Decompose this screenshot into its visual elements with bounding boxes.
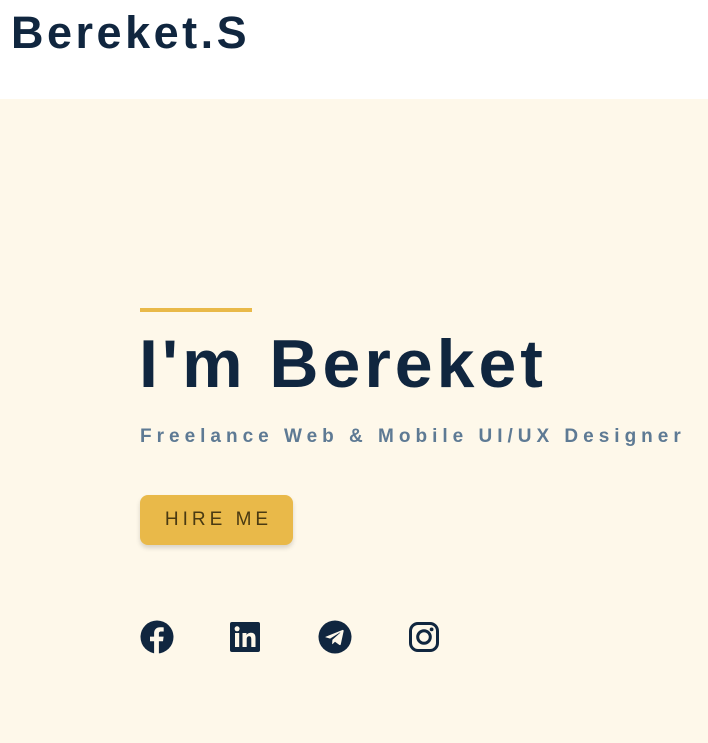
facebook-link[interactable]: [140, 620, 174, 654]
linkedin-icon: [228, 620, 262, 654]
facebook-icon: [140, 620, 174, 654]
hero-title: I'm Bereket: [139, 326, 547, 402]
instagram-link[interactable]: [407, 620, 441, 654]
hero-section: I'm Bereket Freelance Web & Mobile UI/UX…: [0, 99, 708, 743]
hero-subtitle: Freelance Web & Mobile UI/UX Designer: [140, 426, 686, 447]
telegram-link[interactable]: [318, 620, 352, 654]
telegram-icon: [318, 620, 352, 654]
site-header: Bereket.S: [0, 0, 708, 99]
title-accent-line: [140, 308, 252, 312]
hire-me-button[interactable]: HIRE ME: [140, 495, 293, 545]
instagram-icon: [407, 620, 441, 654]
site-logo[interactable]: Bereket.S: [11, 10, 250, 55]
linkedin-link[interactable]: [228, 620, 262, 654]
